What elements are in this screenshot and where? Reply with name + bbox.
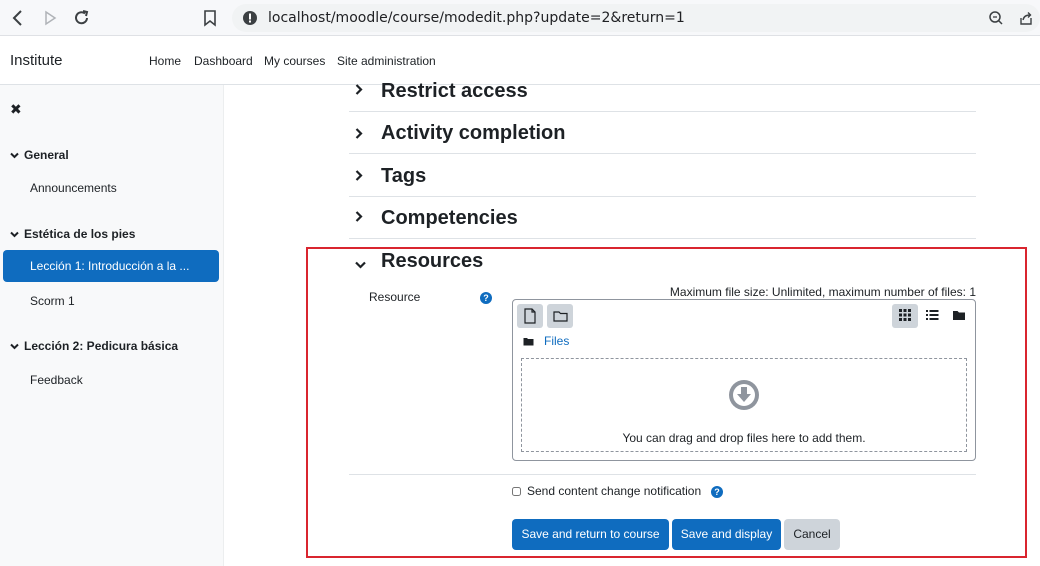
dropzone-text: You can drag and drop files here to add … — [622, 431, 866, 445]
section-tags[interactable]: Tags — [349, 154, 976, 197]
section-estetica[interactable]: Estética de los pies — [10, 227, 135, 241]
reload-icon[interactable] — [73, 8, 93, 28]
course-item-feedback[interactable]: Feedback — [30, 373, 83, 387]
section-heading: Activity completion — [381, 122, 566, 144]
folder-icon — [523, 338, 534, 346]
bookmark-icon[interactable] — [203, 8, 223, 28]
view-tree-button[interactable] — [946, 304, 972, 328]
browser-toolbar: localhost/moodle/course/modedit.php?upda… — [0, 0, 1040, 36]
info-icon[interactable] — [242, 10, 258, 26]
folder-icon — [553, 311, 568, 322]
course-index-drawer: ✖ General Announcements Estética de los … — [0, 85, 224, 566]
address-bar[interactable]: localhost/moodle/course/modedit.php?upda… — [232, 4, 1040, 32]
section-restrict-access[interactable]: Restrict access — [349, 76, 976, 112]
files-path-link[interactable]: Files — [544, 334, 569, 348]
section-resources[interactable]: Resources — [349, 246, 976, 276]
section-heading: Tags — [381, 165, 427, 187]
nav-dashboard[interactable]: Dashboard — [194, 54, 253, 68]
zoom-icon[interactable] — [988, 10, 1004, 26]
back-icon[interactable] — [10, 8, 30, 28]
section-heading: Competencies — [381, 207, 518, 229]
file-path-breadcrumb: Files — [523, 334, 569, 348]
view-grid-button[interactable] — [892, 304, 918, 328]
share-icon[interactable] — [1018, 10, 1034, 26]
section-competencies[interactable]: Competencies — [349, 197, 976, 239]
course-item-announcements[interactable]: Announcements — [30, 181, 117, 195]
max-file-note: Maximum file size: Unlimited, maximum nu… — [669, 285, 976, 299]
section-leccion-2[interactable]: Lección 2: Pedicura básica — [10, 339, 178, 353]
url-text: localhost/moodle/course/modedit.php?upda… — [268, 10, 685, 26]
nav-my-courses[interactable]: My courses — [264, 54, 325, 68]
site-brand[interactable]: Institute — [10, 52, 63, 69]
chevron-down-icon — [10, 342, 24, 353]
course-item-scorm-1[interactable]: Scorm 1 — [30, 294, 75, 308]
chevron-right-icon — [355, 168, 363, 184]
section-title: Estética de los pies — [24, 227, 136, 241]
save-and-return-button[interactable]: Save and return to course — [512, 519, 669, 550]
file-icon — [524, 308, 536, 324]
notify-checkbox-row[interactable]: Send content change notification — [512, 484, 701, 498]
cancel-button[interactable]: Cancel — [784, 519, 840, 550]
forward-icon[interactable] — [42, 8, 62, 28]
notify-checkbox[interactable] — [512, 487, 521, 496]
chevron-down-icon — [355, 256, 366, 272]
add-file-button[interactable] — [517, 304, 543, 328]
list-icon — [926, 310, 939, 320]
notify-label: Send content change notification — [527, 484, 702, 498]
file-manager: Files You can drag and drop files here t… — [512, 299, 976, 461]
file-manager-toolbar — [513, 300, 975, 330]
nav-home[interactable]: Home — [149, 54, 181, 68]
create-folder-button[interactable] — [547, 304, 573, 328]
help-icon[interactable]: ? — [480, 292, 492, 304]
help-icon[interactable]: ? — [711, 486, 723, 498]
nav-site-administration[interactable]: Site administration — [337, 54, 436, 68]
section-activity-completion[interactable]: Activity completion — [349, 112, 976, 154]
view-list-button[interactable] — [919, 304, 945, 328]
section-heading: Resources — [381, 250, 484, 272]
chevron-right-icon — [355, 82, 363, 98]
save-and-display-button[interactable]: Save and display — [672, 519, 781, 550]
chevron-right-icon — [355, 209, 363, 225]
folder-tree-icon — [953, 311, 965, 320]
section-divider — [349, 474, 976, 475]
chevron-down-icon — [10, 230, 24, 241]
course-item-leccion-1[interactable]: Lección 1: Introducción a la ... — [3, 250, 219, 282]
grid-icon — [899, 309, 911, 321]
section-title: General — [24, 148, 69, 162]
section-general[interactable]: General — [10, 148, 69, 162]
chevron-right-icon — [355, 126, 363, 142]
section-heading: Restrict access — [381, 80, 528, 102]
chevron-down-icon — [10, 151, 24, 162]
resource-field-label: Resource — [369, 290, 421, 304]
close-icon[interactable]: ✖ — [10, 101, 22, 118]
download-arrow-icon — [729, 380, 759, 410]
file-dropzone[interactable]: You can drag and drop files here to add … — [521, 358, 967, 452]
section-title: Lección 2: Pedicura básica — [24, 339, 179, 353]
